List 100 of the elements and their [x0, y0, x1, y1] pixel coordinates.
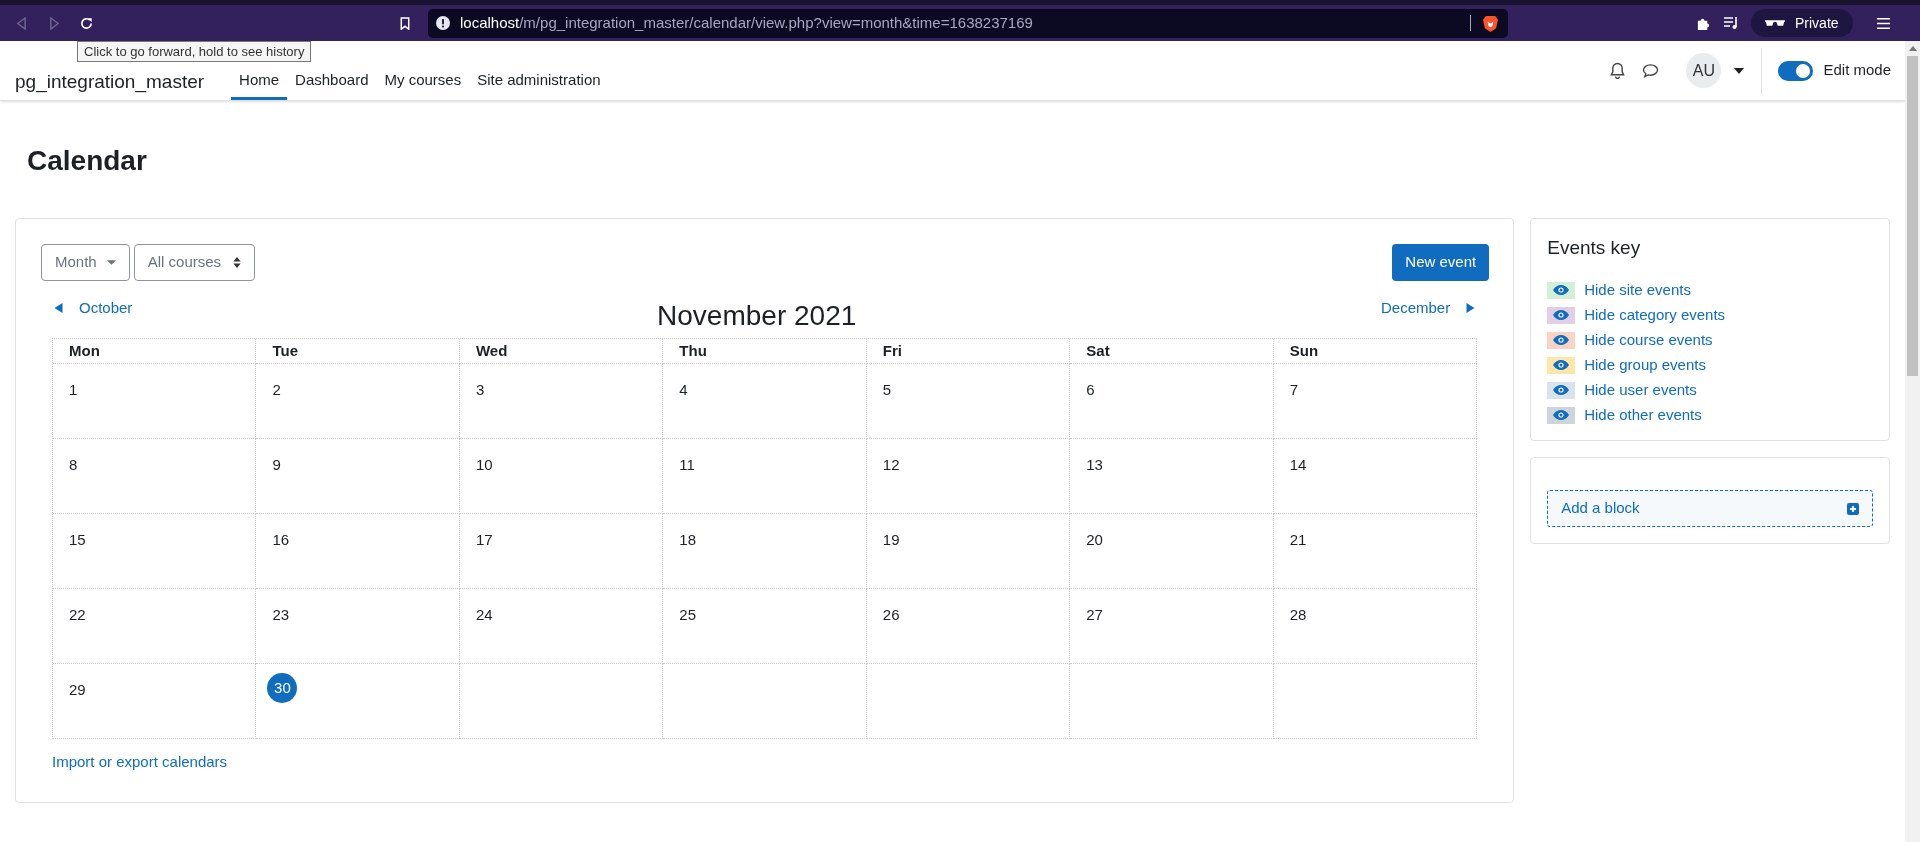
next-month-link[interactable]: December: [1381, 283, 1486, 320]
day-cell[interactable]: 10: [459, 439, 664, 514]
day-cell[interactable]: 24: [459, 589, 664, 664]
user-avatar[interactable]: AU: [1686, 53, 1722, 88]
forward-icon[interactable]: [49, 16, 60, 30]
day-cell[interactable]: 28: [1273, 589, 1478, 664]
day-number[interactable]: 8: [63, 449, 78, 477]
day-number[interactable]: 7: [1283, 374, 1299, 402]
day-number[interactable]: 5: [876, 374, 892, 402]
day-number[interactable]: 15: [63, 524, 86, 552]
nav-link[interactable]: Home: [231, 64, 288, 100]
day-cell[interactable]: 12: [866, 439, 1071, 514]
address-bar[interactable]: localhost/m/pg_integration_master/calendar/view.php?view=month&time=1638237169: [428, 8, 1508, 38]
day-cell[interactable]: [663, 664, 867, 739]
bookmark-icon[interactable]: [400, 16, 410, 30]
playlist-icon[interactable]: [1723, 16, 1739, 30]
day-cell[interactable]: 21: [1273, 514, 1478, 589]
day-number[interactable]: 23: [266, 599, 290, 627]
day-number[interactable]: 21: [1283, 524, 1307, 552]
day-cell[interactable]: 5: [866, 364, 1071, 439]
day-number[interactable]: 1: [63, 374, 78, 402]
day-cell[interactable]: 30: [256, 664, 460, 739]
day-number[interactable]: 25: [673, 599, 697, 627]
course-select[interactable]: All courses: [133, 244, 256, 281]
day-number[interactable]: 20: [1080, 524, 1103, 552]
nav-link[interactable]: Dashboard: [287, 64, 377, 100]
day-cell[interactable]: 13: [1070, 439, 1274, 514]
day-number[interactable]: 24: [469, 599, 493, 627]
day-number[interactable]: 17: [469, 524, 493, 552]
day-cell[interactable]: 8: [53, 439, 257, 514]
day-number[interactable]: 16: [266, 524, 290, 552]
day-cell[interactable]: 17: [459, 514, 664, 589]
day-cell[interactable]: 22: [53, 589, 257, 664]
add-block-button[interactable]: Add a block: [1547, 490, 1873, 527]
previous-month-link[interactable]: October: [44, 283, 133, 320]
day-cell[interactable]: [866, 664, 1071, 739]
day-number[interactable]: 4: [673, 374, 688, 402]
edit-mode-toggle[interactable]: [1778, 60, 1814, 81]
day-number[interactable]: 27: [1080, 599, 1103, 627]
day-cell[interactable]: 29: [53, 664, 257, 739]
day-cell[interactable]: 7: [1273, 364, 1478, 439]
day-number[interactable]: 12: [876, 449, 900, 477]
up-arrow-icon[interactable]: [1908, 46, 1917, 51]
day-cell[interactable]: 2: [256, 364, 460, 439]
day-cell[interactable]: [1070, 664, 1274, 739]
day-number[interactable]: 26: [876, 599, 900, 627]
day-number[interactable]: 11: [673, 449, 695, 477]
day-cell[interactable]: 6: [1070, 364, 1274, 439]
new-event-button[interactable]: New event: [1392, 244, 1490, 281]
reload-icon[interactable]: [79, 15, 94, 31]
day-cell[interactable]: 14: [1273, 439, 1478, 514]
hide-events-link[interactable]: Hide course events: [1584, 328, 1713, 352]
hide-events-link[interactable]: Hide other events: [1584, 403, 1702, 427]
lion-shield-icon[interactable]: [1483, 14, 1498, 32]
day-cell[interactable]: 1: [53, 364, 257, 439]
day-cell[interactable]: 4: [663, 364, 867, 439]
day-number[interactable]: 19: [876, 524, 900, 552]
day-number[interactable]: 10: [469, 449, 493, 477]
back-icon[interactable]: [16, 16, 27, 30]
hide-events-link[interactable]: Hide group events: [1584, 353, 1706, 377]
hide-events-link[interactable]: Hide user events: [1584, 378, 1697, 402]
day-cell[interactable]: 19: [866, 514, 1071, 589]
private-badge[interactable]: Private: [1751, 9, 1853, 37]
day-number[interactable]: 18: [673, 524, 697, 552]
day-number[interactable]: 29: [63, 674, 86, 702]
site-name[interactable]: pg_integration_master: [0, 64, 232, 100]
bell-icon[interactable]: [1610, 62, 1626, 79]
scrollbar[interactable]: [1905, 41, 1920, 842]
day-cell[interactable]: [1273, 664, 1478, 739]
chat-icon[interactable]: [1642, 63, 1660, 78]
nav-link[interactable]: My courses: [376, 64, 470, 100]
day-cell[interactable]: 18: [663, 514, 867, 589]
view-dropdown[interactable]: Month: [41, 244, 130, 281]
day-number[interactable]: 13: [1080, 449, 1103, 477]
day-cell[interactable]: 26: [866, 589, 1071, 664]
day-cell[interactable]: 16: [256, 514, 460, 589]
hide-events-link[interactable]: Hide site events: [1584, 278, 1691, 302]
day-cell[interactable]: [459, 664, 664, 739]
day-number[interactable]: 28: [1283, 599, 1307, 627]
day-number[interactable]: 3: [469, 374, 485, 402]
day-cell[interactable]: 23: [256, 589, 460, 664]
day-number[interactable]: 9: [266, 449, 281, 477]
day-cell[interactable]: 3: [459, 364, 664, 439]
day-number[interactable]: 2: [266, 374, 281, 402]
day-number[interactable]: 22: [63, 599, 86, 627]
day-cell[interactable]: 25: [663, 589, 867, 664]
day-cell[interactable]: 20: [1070, 514, 1274, 589]
menu-icon[interactable]: [1876, 16, 1890, 30]
info-icon[interactable]: [436, 16, 450, 30]
nav-link[interactable]: Site administration: [469, 64, 609, 100]
caret-icon[interactable]: [1734, 67, 1745, 74]
day-number[interactable]: 6: [1080, 374, 1095, 402]
day-cell[interactable]: 11: [663, 439, 867, 514]
day-cell[interactable]: 9: [256, 439, 460, 514]
day-cell[interactable]: 27: [1070, 589, 1274, 664]
today-day-number[interactable]: 30: [267, 673, 298, 703]
import-export-link[interactable]: Import or export calendars: [52, 751, 228, 774]
hide-events-link[interactable]: Hide category events: [1584, 303, 1726, 327]
day-cell[interactable]: 15: [53, 514, 257, 589]
day-number[interactable]: 14: [1283, 449, 1307, 477]
